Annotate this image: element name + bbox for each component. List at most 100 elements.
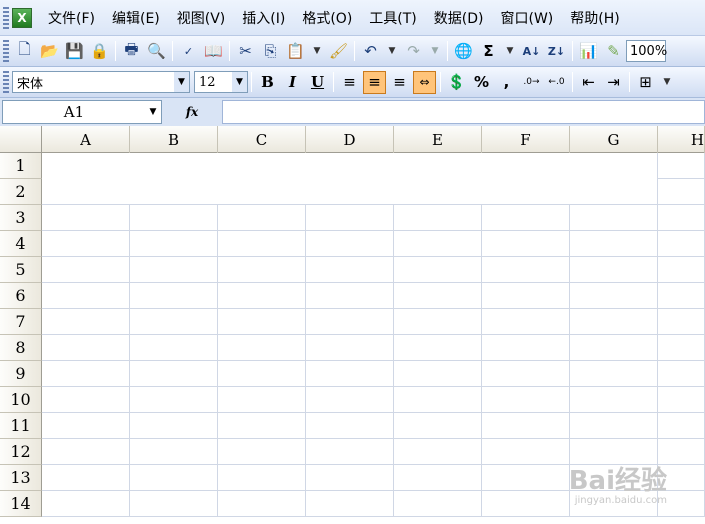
percent-button[interactable]: % bbox=[470, 71, 493, 94]
autosum-dropdown-icon[interactable]: ▼ bbox=[502, 40, 518, 63]
drawing-icon[interactable]: ✎ bbox=[602, 40, 625, 63]
column-header[interactable]: C bbox=[218, 126, 306, 153]
align-left-icon[interactable]: ≡ bbox=[338, 71, 361, 94]
name-box[interactable]: A1 ▼ bbox=[2, 100, 162, 124]
toolbar-grip[interactable] bbox=[3, 40, 9, 62]
cell[interactable] bbox=[394, 361, 482, 387]
cell[interactable] bbox=[658, 257, 705, 283]
row-header[interactable]: 1 bbox=[0, 153, 42, 179]
cell[interactable] bbox=[218, 231, 306, 257]
menu-file[interactable]: 文件(F) bbox=[40, 8, 104, 28]
format-painter-icon[interactable]: 🖌 bbox=[327, 40, 350, 63]
cell[interactable] bbox=[130, 231, 218, 257]
row-header[interactable]: 13 bbox=[0, 465, 42, 491]
row-header[interactable]: 5 bbox=[0, 257, 42, 283]
redo-icon[interactable]: ↷ bbox=[402, 40, 425, 63]
cell[interactable] bbox=[42, 309, 130, 335]
row-header[interactable]: 14 bbox=[0, 491, 42, 517]
cell[interactable] bbox=[658, 387, 705, 413]
menu-data[interactable]: 数据(D) bbox=[426, 8, 493, 28]
align-center-icon[interactable]: ≡ bbox=[363, 70, 386, 94]
cell[interactable] bbox=[42, 361, 130, 387]
permission-icon[interactable]: 🔒 bbox=[88, 40, 111, 63]
cell[interactable] bbox=[218, 283, 306, 309]
cell[interactable] bbox=[394, 413, 482, 439]
cell[interactable] bbox=[306, 257, 394, 283]
cell[interactable] bbox=[130, 465, 218, 491]
cell[interactable] bbox=[394, 439, 482, 465]
row-header[interactable]: 9 bbox=[0, 361, 42, 387]
cell[interactable] bbox=[130, 439, 218, 465]
cell[interactable] bbox=[306, 335, 394, 361]
toolbar-grip[interactable] bbox=[3, 6, 9, 29]
row-header[interactable]: 10 bbox=[0, 387, 42, 413]
cell[interactable] bbox=[130, 205, 218, 231]
row-header[interactable]: 7 bbox=[0, 309, 42, 335]
cell[interactable] bbox=[570, 387, 658, 413]
cell[interactable] bbox=[570, 205, 658, 231]
cell[interactable] bbox=[306, 283, 394, 309]
row-header[interactable]: 11 bbox=[0, 413, 42, 439]
menu-help[interactable]: 帮助(H) bbox=[562, 8, 628, 28]
row-header[interactable]: 8 bbox=[0, 335, 42, 361]
menu-tools[interactable]: 工具(T) bbox=[361, 8, 425, 28]
cell[interactable] bbox=[306, 309, 394, 335]
column-header[interactable]: B bbox=[130, 126, 218, 153]
cell[interactable] bbox=[42, 439, 130, 465]
align-right-icon[interactable]: ≡ bbox=[388, 71, 411, 94]
chevron-down-icon[interactable]: ▼ bbox=[174, 72, 189, 92]
cell[interactable] bbox=[218, 309, 306, 335]
increase-decimal-icon[interactable]: .0→ bbox=[520, 71, 543, 94]
cell[interactable] bbox=[130, 361, 218, 387]
cell[interactable] bbox=[42, 491, 130, 517]
cell[interactable] bbox=[218, 387, 306, 413]
cell[interactable] bbox=[658, 205, 705, 231]
cell[interactable] bbox=[218, 361, 306, 387]
menu-edit[interactable]: 编辑(E) bbox=[104, 8, 169, 28]
row-header[interactable]: 4 bbox=[0, 231, 42, 257]
column-header[interactable]: D bbox=[306, 126, 394, 153]
cell[interactable] bbox=[306, 387, 394, 413]
cell[interactable] bbox=[482, 491, 570, 517]
comma-button[interactable]: , bbox=[495, 71, 518, 94]
chart-icon[interactable]: 📊 bbox=[577, 40, 600, 63]
cell[interactable] bbox=[570, 257, 658, 283]
cell[interactable] bbox=[306, 413, 394, 439]
cell[interactable] bbox=[482, 231, 570, 257]
menu-window[interactable]: 窗口(W) bbox=[493, 8, 563, 28]
cell[interactable] bbox=[394, 491, 482, 517]
undo-icon[interactable]: ↶ bbox=[359, 40, 382, 63]
row-header[interactable]: 6 bbox=[0, 283, 42, 309]
cell[interactable] bbox=[394, 465, 482, 491]
column-header[interactable]: F bbox=[482, 126, 570, 153]
cell[interactable] bbox=[306, 439, 394, 465]
cell[interactable] bbox=[482, 413, 570, 439]
cell[interactable] bbox=[42, 465, 130, 491]
cell[interactable] bbox=[130, 413, 218, 439]
cell[interactable] bbox=[482, 309, 570, 335]
merge-center-icon[interactable]: ⇔ bbox=[413, 70, 436, 94]
cell[interactable] bbox=[658, 335, 705, 361]
cell[interactable] bbox=[394, 309, 482, 335]
sort-asc-icon[interactable]: A↓ bbox=[520, 40, 543, 63]
cell[interactable] bbox=[482, 387, 570, 413]
cell[interactable] bbox=[658, 309, 705, 335]
cell[interactable] bbox=[42, 387, 130, 413]
sort-desc-icon[interactable]: Z↓ bbox=[545, 40, 568, 63]
underline-button[interactable]: U bbox=[306, 71, 329, 94]
borders-dropdown-icon[interactable]: ▼ bbox=[659, 71, 675, 94]
cell[interactable] bbox=[658, 179, 705, 205]
decrease-indent-icon[interactable]: ⇤ bbox=[577, 71, 600, 94]
insert-function-button[interactable]: fx bbox=[162, 100, 222, 124]
cell[interactable] bbox=[42, 205, 130, 231]
cell[interactable] bbox=[130, 283, 218, 309]
redo-dropdown-icon[interactable]: ▼ bbox=[427, 40, 443, 63]
cell[interactable] bbox=[394, 231, 482, 257]
cell[interactable] bbox=[570, 283, 658, 309]
cell[interactable] bbox=[306, 231, 394, 257]
column-header[interactable]: A bbox=[42, 126, 130, 153]
cell[interactable] bbox=[218, 413, 306, 439]
cell[interactable] bbox=[482, 283, 570, 309]
cell[interactable] bbox=[658, 231, 705, 257]
cell[interactable] bbox=[394, 387, 482, 413]
